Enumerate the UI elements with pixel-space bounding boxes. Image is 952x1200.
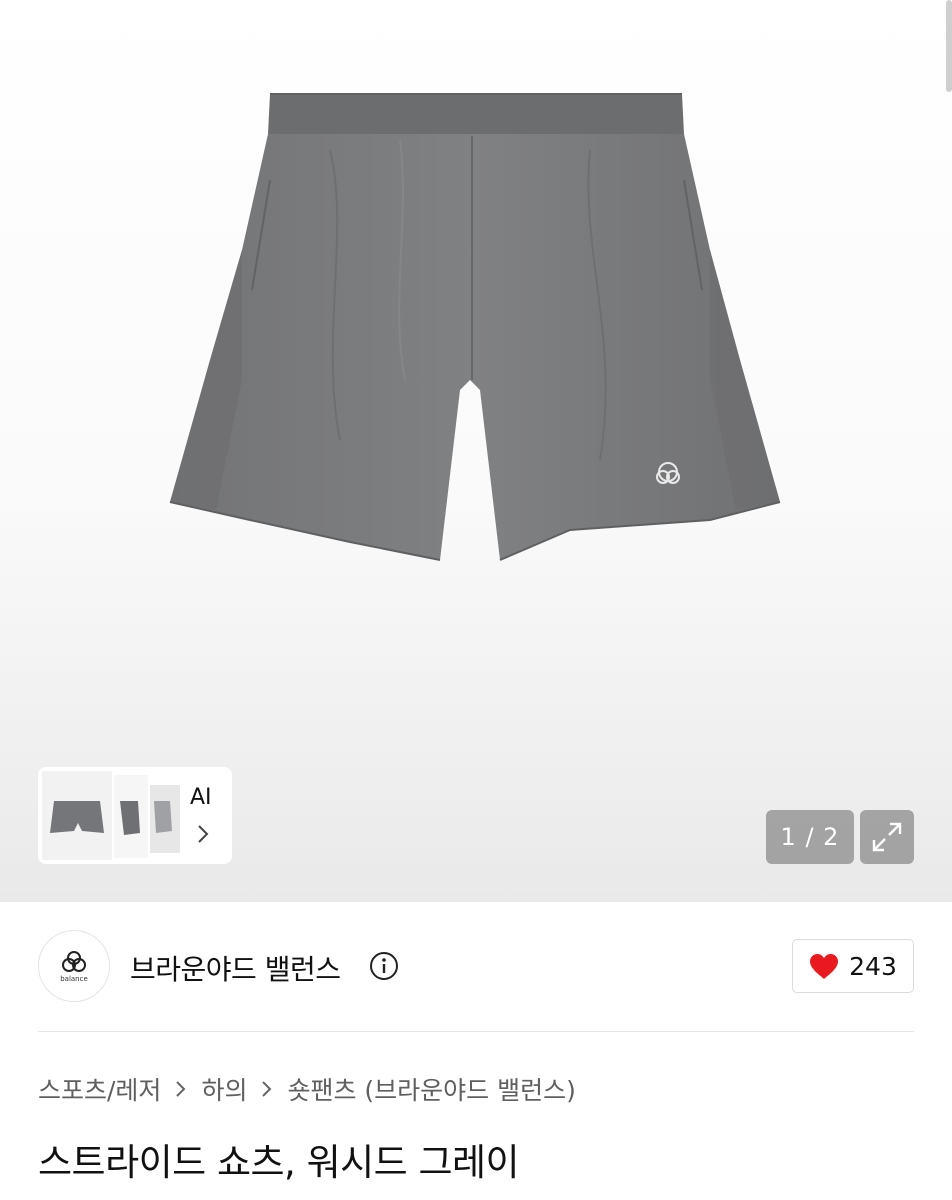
- product-image-gallery[interactable]: AI 1 / 2: [0, 0, 952, 902]
- scrollbar-thumb[interactable]: [946, 0, 952, 92]
- breadcrumb-item-short-pants[interactable]: 숏팬츠 (브라운야드 밸런스): [287, 1071, 575, 1107]
- like-count: 243: [849, 951, 897, 981]
- ai-label: AI: [190, 785, 212, 810]
- brand-logo[interactable]: balance: [38, 930, 110, 1002]
- info-icon[interactable]: [369, 951, 399, 981]
- product-title: 스트라이드 쇼츠, 워시드 그레이: [38, 1141, 520, 1184]
- expand-icon: [872, 822, 902, 852]
- divider: [38, 1031, 914, 1032]
- balance-logo-icon: [62, 950, 86, 972]
- brand-logo-text: balance: [60, 974, 88, 983]
- brand-row: balance 브라운야드 밸런스 243: [38, 928, 914, 1004]
- breadcrumb-item-sports[interactable]: 스포츠/레저: [38, 1071, 161, 1107]
- chevron-right-icon: [176, 1081, 186, 1097]
- thumbnail-images[interactable]: [42, 771, 182, 860]
- breadcrumb: 스포츠/레저 하의 숏팬츠 (브라운야드 밸런스): [38, 1071, 576, 1107]
- thumbnail-card[interactable]: AI: [38, 767, 232, 864]
- product-image-shorts[interactable]: [150, 80, 800, 600]
- breadcrumb-item-bottoms[interactable]: 하의: [201, 1071, 247, 1107]
- chevron-right-icon[interactable]: [196, 823, 210, 845]
- like-button[interactable]: 243: [792, 939, 914, 993]
- heart-icon: [810, 953, 839, 979]
- chevron-right-icon: [262, 1081, 272, 1097]
- image-counter: 1 / 2: [766, 810, 854, 864]
- brand-name[interactable]: 브라운야드 밸런스: [130, 948, 341, 988]
- expand-button[interactable]: [860, 810, 914, 864]
